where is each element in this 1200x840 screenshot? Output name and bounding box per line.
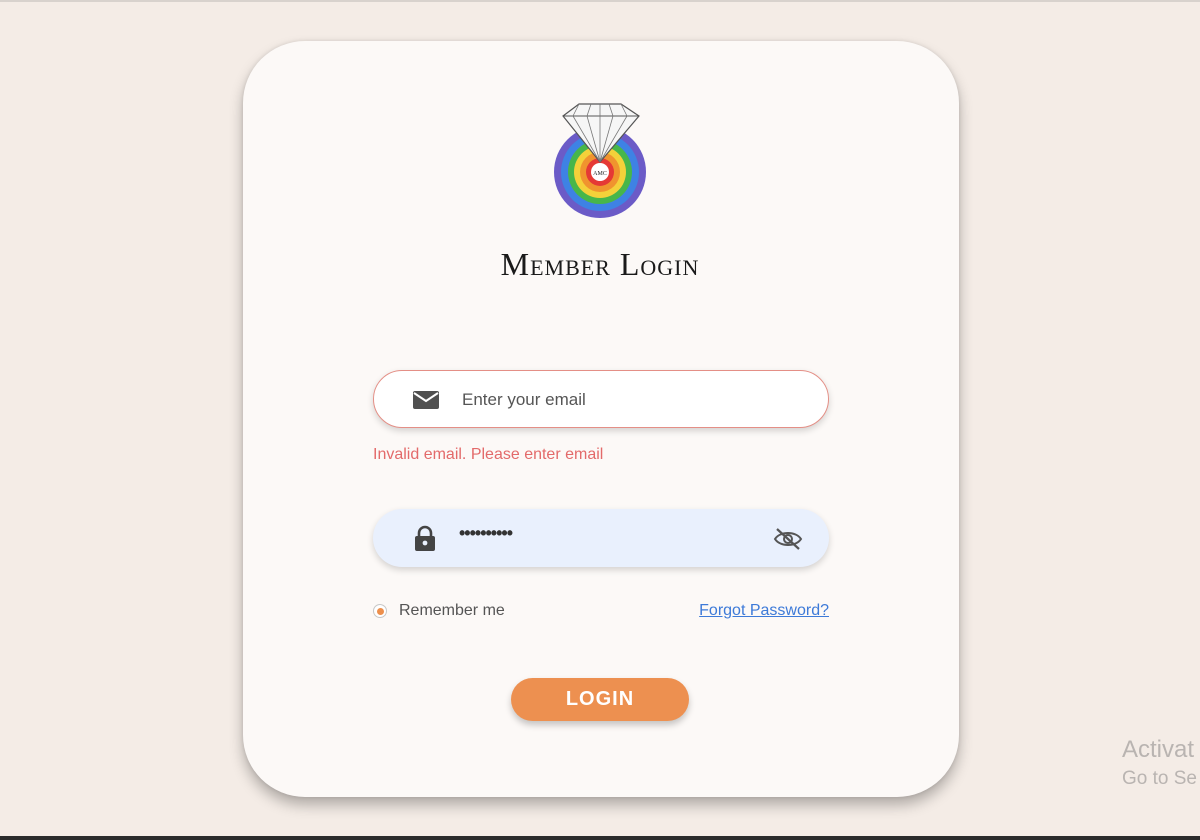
password-field-container[interactable]: •••••••••• [373,509,829,567]
eye-slash-icon[interactable] [773,526,803,552]
top-divider [0,0,1200,2]
login-button[interactable]: LOGIN [511,678,689,721]
email-input[interactable] [460,380,784,420]
remember-me-radio[interactable] [373,604,387,618]
envelope-icon [413,391,439,409]
remember-me-label[interactable]: Remember me [399,602,505,620]
diamond-ring-logo: AMC [554,103,646,218]
email-field-container[interactable] [373,370,829,428]
bottom-edge [0,836,1200,840]
watermark-line-1: Activat [1122,736,1195,763]
watermark-line-2: Go to Se [1122,768,1197,789]
page-title: Member Login [500,246,700,282]
password-input[interactable]: •••••••••• [459,523,513,544]
forgot-password-link[interactable]: Forgot Password? [699,602,829,620]
activation-watermark: Activat Go to Se [1122,736,1197,790]
email-error-message: Invalid email. Please enter email [373,446,604,463]
logo-text: AMC [593,171,607,177]
lock-icon [415,525,435,551]
